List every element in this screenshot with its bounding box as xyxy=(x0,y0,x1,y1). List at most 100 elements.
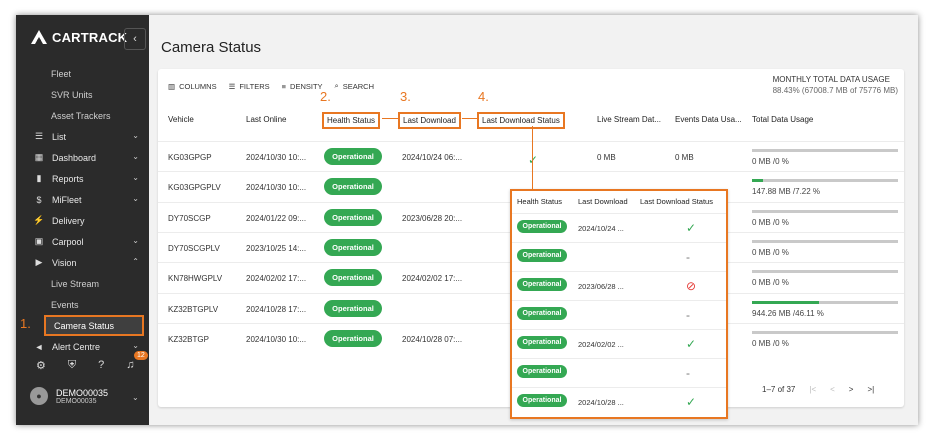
shield-icon[interactable]: ⛨ xyxy=(68,359,76,372)
header-last-download-status[interactable]: Last Download Status xyxy=(477,112,565,129)
search-icon: ⌕ xyxy=(334,81,339,90)
cell-vehicle: DY70SCGP xyxy=(168,213,211,223)
status-badge: Operational xyxy=(517,307,567,320)
status-badge: Operational xyxy=(324,208,382,226)
settings-icon[interactable]: ⚙ xyxy=(36,359,46,372)
zoom-row: Operational - xyxy=(512,242,726,271)
next-page-button[interactable]: > xyxy=(849,385,854,394)
sidebar-item-mifleet[interactable]: $ MiFleet ⌄ xyxy=(16,189,149,210)
sidebar-item-delivery[interactable]: ⚡ Delivery xyxy=(16,210,149,231)
usage-bar xyxy=(752,149,898,152)
sidebar-item-vision[interactable]: ▶ Vision ⌃ xyxy=(16,252,149,273)
zoomed-columns-callout: Health Status Last Download Last Downloa… xyxy=(510,189,728,419)
status-badge: Operational xyxy=(517,220,567,233)
zoom-last-download: 2024/10/24 ... xyxy=(578,224,624,233)
bolt-icon: ⚡ xyxy=(33,215,45,225)
status-badge: Operational xyxy=(517,365,567,378)
zoom-header-status: Last Download Status xyxy=(640,197,713,206)
bell-icon[interactable]: ♫ xyxy=(126,359,134,372)
sidebar-item-asset-trackers[interactable]: Asset Trackers xyxy=(16,105,149,126)
first-page-button[interactable]: |< xyxy=(809,385,816,394)
sidebar-item-list[interactable]: ☰ List ⌄ xyxy=(16,126,149,147)
sidebar-item-reports[interactable]: ▮ Reports ⌄ xyxy=(16,168,149,189)
chevron-down-icon: ⌄ xyxy=(132,152,139,161)
check-icon: ✓ xyxy=(528,153,539,167)
collapse-sidebar-button[interactable]: ‹ xyxy=(124,28,146,50)
zoom-row: Operational 2024/02/02 ... ✓ xyxy=(512,329,726,358)
cell-last-online: 2024/01/22 09:... xyxy=(246,213,307,223)
calendar-icon: ▣ xyxy=(34,236,44,246)
sidebar-item-label: Reports xyxy=(52,173,84,184)
cell-vehicle: KZ32BTGPLV xyxy=(168,304,219,314)
usage-bar xyxy=(752,179,898,183)
ban-icon: ⊘ xyxy=(686,279,697,293)
footer-icons: ⚙ ⛨ ? ♫ xyxy=(16,359,149,372)
sidebar-item-dashboard[interactable]: ▦ Dashboard ⌄ xyxy=(16,147,149,168)
cell-vehicle: KG03GPGPLV xyxy=(168,183,221,193)
page-range: 1–7 of 37 xyxy=(762,385,796,394)
density-button[interactable]: ≡ DENSITY xyxy=(282,81,323,91)
header-last-online[interactable]: Last Online xyxy=(246,115,286,124)
header-live-stream[interactable]: Live Stream Dat... xyxy=(597,115,661,124)
cell-vehicle: DY70SCGPLV xyxy=(168,243,220,253)
annotation-4: 4. xyxy=(478,89,489,104)
usage-bar xyxy=(752,239,898,243)
zoom-row: Operational - xyxy=(512,300,726,329)
search-button[interactable]: ⌕ SEARCH xyxy=(335,81,374,91)
status-badge: Operational xyxy=(324,178,382,196)
chevron-down-icon: ⌄ xyxy=(132,194,139,203)
sidebar-item-label: Carpool xyxy=(52,236,84,247)
status-badge: Operational xyxy=(324,299,382,317)
header-health-status[interactable]: Health Status xyxy=(322,112,381,129)
sidebar-item-alert-centre[interactable]: ◄ Alert Centre ⌄ xyxy=(16,336,149,357)
sidebar-item-live-stream[interactable]: Live Stream xyxy=(16,273,149,294)
zoom-header-health: Health Status xyxy=(517,197,563,206)
columns-icon: ▥ xyxy=(168,81,176,91)
status-badge: Operational xyxy=(517,336,567,349)
header-vehicle[interactable]: Vehicle xyxy=(168,115,194,124)
usage-bar xyxy=(752,270,898,274)
cell-total-usage: 0 MB /0 % xyxy=(752,338,789,348)
prev-page-button[interactable]: < xyxy=(830,385,835,394)
sidebar-item-fleet[interactable]: Fleet xyxy=(16,63,149,84)
sidebar-nav: Fleet SVR Units Asset Trackers ☰ List ⌄ … xyxy=(16,63,149,357)
cell-total-usage: 0 MB /0 % xyxy=(752,247,789,257)
cell-total-usage: 0 MB /0 % xyxy=(752,278,789,288)
logo: CARTRACK xyxy=(30,29,127,45)
search-label: SEARCH xyxy=(342,81,375,91)
columns-button[interactable]: ▥ COLUMNS xyxy=(168,81,217,91)
sidebar-item-camera-status[interactable]: Camera Status xyxy=(44,315,144,336)
dashboard-icon: ▦ xyxy=(34,152,44,162)
zoom-row: Operational 2024/10/28 ... ✓ xyxy=(512,387,726,416)
filters-button[interactable]: ☰ FILTERS xyxy=(229,81,270,91)
sidebar-item-carpool[interactable]: ▣ Carpool ⌄ xyxy=(16,231,149,252)
sidebar-item-label: Vision xyxy=(52,257,77,268)
chevron-down-icon[interactable]: ⌄ xyxy=(132,393,139,402)
sidebar-item-events[interactable]: Events xyxy=(16,294,149,315)
sidebar-item-svr-units[interactable]: SVR Units xyxy=(16,84,149,105)
cell-vehicle: KG03GPGP xyxy=(168,153,212,162)
cell-last-online: 2024/10/30 10:... xyxy=(246,183,307,193)
usage-bar xyxy=(752,209,898,213)
header-events[interactable]: Events Data Usa... xyxy=(675,115,742,124)
sidebar-item-label: Dashboard xyxy=(52,152,97,163)
sidebar-item-label: List xyxy=(52,131,67,142)
sidebar-item-label: MiFleet xyxy=(52,194,82,205)
table-header: Vehicle Last Online Health Status Last D… xyxy=(158,112,904,135)
cell-last-online: 2024/02/02 17:... xyxy=(246,274,307,284)
notification-badge: 12 xyxy=(134,351,148,360)
filter-icon: ☰ xyxy=(228,81,236,91)
last-page-button[interactable]: >| xyxy=(867,385,874,394)
zoom-row: Operational 2023/06/28 ... ⊘ xyxy=(512,271,726,300)
usage-bar xyxy=(752,330,898,334)
cell-last-online: 2023/10/25 14:... xyxy=(246,243,307,253)
user-profile[interactable]: ● DEMO00035 DEMO00035 xyxy=(30,387,108,405)
cell-total-usage: 0 MB /0 % xyxy=(752,217,789,227)
sidebar-item-label: Alert Centre xyxy=(52,341,101,352)
table-toolbar: ▥ COLUMNS ☰ FILTERS ≡ DENSITY ⌕ SEARCH xyxy=(168,81,374,91)
help-icon[interactable]: ? xyxy=(98,359,104,372)
header-last-download[interactable]: Last Download xyxy=(398,112,461,129)
usage-bar-fill xyxy=(752,179,763,183)
header-total-usage[interactable]: Total Data Usage xyxy=(752,115,813,124)
annotation-1: 1. xyxy=(20,316,31,331)
